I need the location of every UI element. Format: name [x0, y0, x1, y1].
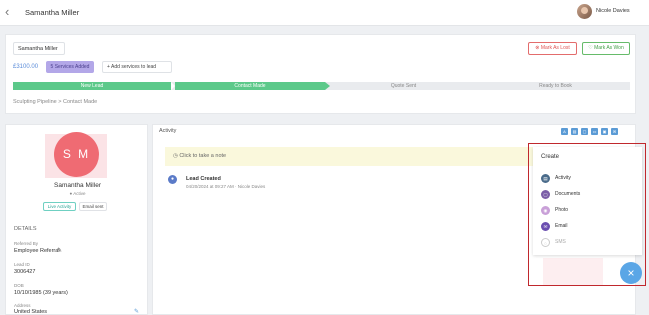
photo-filter-icon[interactable]: ▣ [601, 128, 608, 135]
note-placeholder: ◷ Click to take a note [173, 153, 226, 159]
user-avatar[interactable] [577, 4, 592, 19]
field-label-address: Address [14, 303, 31, 308]
stage-label: New Lead [80, 83, 104, 89]
stage-label: Ready to Book [539, 83, 572, 89]
pencil-icon[interactable]: ✎ [134, 308, 139, 315]
stage-label: Contact Made [234, 83, 266, 89]
mark-as-lost-button[interactable]: ⊗ Mark As Lost [528, 42, 577, 55]
field-label-dob: DOB [14, 283, 24, 288]
lead-price: £3100.00 [13, 64, 39, 70]
breadcrumb: Sculpting Pipeline > Contact Made [13, 99, 98, 105]
back-arrow-icon[interactable]: ‹ [5, 5, 17, 19]
lead-summary-card: ⊗ Mark As Lost ♡ Mark As Won £3100.00 5 … [5, 34, 636, 114]
user-name[interactable]: Nicole Davies [596, 8, 630, 14]
person-icon: ● [168, 175, 177, 184]
avatar: S M [54, 132, 99, 177]
event-title: Lead Created [186, 176, 221, 182]
highlight-box [528, 143, 646, 286]
stage-new-lead[interactable]: New Lead [13, 82, 171, 90]
mark-as-lost-label: Mark As Lost [540, 45, 570, 51]
field-value-referred-by: Employee Referral [14, 248, 60, 254]
email-filter-icon[interactable]: ✉ [611, 128, 618, 135]
stage-quote-sent[interactable]: Quote Sent [330, 82, 477, 90]
event-date: 04/20/2024 at 09:27 AM [186, 184, 234, 189]
live-activity-chip[interactable]: Live Activity [43, 202, 76, 211]
field-label-referred-by: Referred By [14, 241, 39, 246]
clipboard-filter-icon[interactable]: ▤ [571, 128, 578, 135]
event-author: Nicole Davies [237, 184, 266, 189]
profile-panel: S M Samantha Miller ● Active Live Activi… [5, 124, 148, 315]
document-filter-icon[interactable]: ▢ [581, 128, 588, 135]
stage-ready-to-book[interactable]: Ready to Book [481, 82, 630, 90]
profile-name: Samantha Miller [54, 182, 101, 189]
lead-name-field[interactable] [13, 42, 65, 55]
activity-filter-bar: A ▤ ▢ ▭ ▣ ✉ [561, 128, 618, 136]
stage-label: Quote Sent [390, 83, 417, 89]
all-filter-icon[interactable]: A [561, 128, 568, 135]
event-meta: 04/20/2024 at 09:27 AM · Nicole Davies [186, 184, 266, 189]
activity-title: Activity [159, 128, 177, 134]
pencil-icon[interactable]: ✎ [57, 247, 62, 254]
field-value-lead-id: 3006427 [14, 269, 36, 275]
services-badge[interactable]: 5 Services Added [46, 61, 94, 73]
chat-filter-icon[interactable]: ▭ [591, 128, 598, 135]
mark-as-won-label: Mark As Won [594, 45, 624, 51]
note-placeholder-text: Click to take a note [179, 153, 227, 159]
details-heading: DETAILS [14, 226, 37, 232]
top-bar: ‹ Samantha Miller Nicole Davies [0, 0, 649, 26]
field-label-lead-id: Lead ID [14, 262, 30, 267]
page-title: Samantha Miller [25, 8, 80, 17]
status-text: Active [73, 191, 86, 196]
pipeline-progress: New Lead Contact Made Quote Sent Ready t… [13, 82, 630, 90]
status-badge: ● Active [6, 191, 149, 196]
add-services-button[interactable]: + Add services to lead [102, 61, 172, 73]
stage-contact-made[interactable]: Contact Made [175, 82, 325, 90]
field-value-address: United States [14, 309, 48, 315]
email-sent-chip[interactable]: Email sent [79, 202, 107, 211]
add-services-label: Add services to lead [111, 64, 157, 70]
mark-as-won-button[interactable]: ♡ Mark As Won [582, 42, 630, 55]
field-value-dob: 10/10/1985 (39 years) [14, 290, 68, 296]
